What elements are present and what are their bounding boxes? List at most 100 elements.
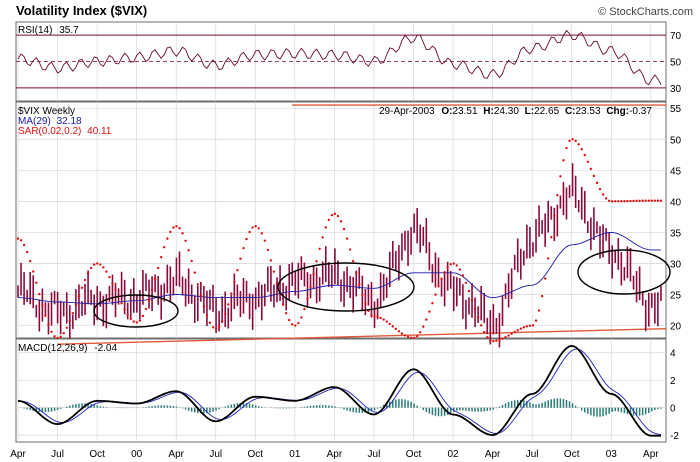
sar-dot [263, 239, 267, 242]
sar-legend-label: SAR(0.02,0.2) [18, 126, 81, 137]
sar-legend: SAR(0.02,0.2) 40.11 [18, 126, 112, 137]
sar-dot [236, 269, 239, 272]
rsi-legend-value: 35.7 [59, 25, 79, 36]
sar-dot [504, 336, 507, 339]
ohlc-low-label: L: [525, 106, 534, 117]
sar-dot [144, 307, 148, 311]
x-tick-label: Apr [168, 449, 184, 460]
sar-dot [589, 167, 593, 171]
sar-legend-value: 40.11 [87, 126, 112, 137]
sar-dot [565, 146, 568, 150]
sar-dot [394, 327, 398, 331]
sar-dot [35, 281, 38, 284]
sar-dot [486, 336, 489, 339]
ohlc-low: 22.65 [534, 106, 559, 117]
sar-dot [348, 248, 352, 251]
sar-dot [406, 335, 410, 339]
sar-dot [86, 272, 90, 275]
sar-dot [419, 331, 422, 334]
ohlc-date: 29-Apr-2003 [379, 106, 435, 117]
x-tick-label: 01 [289, 449, 301, 460]
sar-dot [345, 237, 349, 240]
sar-dot [510, 332, 513, 335]
sar-dot [455, 264, 458, 267]
macd-tick-label: 4 [670, 349, 676, 360]
sar-dot [19, 239, 23, 242]
sar-dot [647, 199, 650, 202]
sar-dot [537, 309, 541, 312]
x-tick-label: Oct [406, 449, 422, 460]
sar-dot [47, 323, 50, 326]
sar-dot [28, 259, 32, 263]
sar-dot [257, 227, 260, 230]
sar-dot [534, 319, 538, 322]
sar-dot [83, 278, 87, 282]
sar-dot [248, 230, 251, 234]
sar-dot [175, 225, 178, 228]
x-tick-label: Apr [10, 449, 26, 460]
sar-dot [160, 256, 163, 259]
sar-dot [147, 298, 151, 302]
ohlc-readout: 29-Apr-2003 O:23.51 H:24.30 L:22.65 C:23… [379, 106, 652, 117]
price-tick-label: 20 [670, 322, 682, 333]
ohlc-high-label: H: [483, 106, 494, 117]
sar-dot [220, 320, 224, 323]
sar-dot [102, 266, 105, 269]
sar-dot [281, 303, 285, 306]
sar-dot [470, 298, 474, 302]
sar-dot [120, 302, 123, 305]
sar-dot [379, 316, 382, 320]
sar-dot [607, 199, 611, 203]
sar-dot [153, 277, 157, 281]
sar-dot [553, 214, 556, 218]
macd-panel [15, 338, 667, 443]
sar-dot [108, 275, 111, 279]
sar-dot [540, 294, 544, 298]
sar-dot [89, 266, 93, 270]
sar-dot [531, 324, 535, 327]
x-tick-label: Jul [51, 449, 64, 460]
sar-dot [59, 335, 62, 338]
sar-dot [205, 314, 209, 317]
ohlc-chg-label: Chg: [606, 106, 629, 117]
sar-dot [178, 227, 181, 230]
sar-dot [559, 175, 562, 178]
sar-dot [583, 153, 586, 157]
sar-dot [242, 246, 245, 250]
sar-dot [126, 313, 129, 316]
sar-dot [324, 226, 327, 229]
price-tick-label: 55 [670, 104, 682, 115]
sar-dot [513, 330, 516, 334]
sar-dot [44, 314, 47, 317]
sar-dot [294, 324, 297, 327]
sar-dot [415, 334, 419, 338]
sar-dot [105, 270, 108, 273]
price-tick-label: 25 [670, 291, 682, 302]
sar-dot [385, 320, 388, 323]
sar-dot [269, 259, 273, 262]
sar-dot [129, 317, 132, 321]
sar-dot [336, 214, 340, 218]
sar-dot [315, 260, 318, 263]
sar-dot [568, 139, 571, 143]
sar-dot [297, 321, 300, 325]
sar-dot [483, 330, 486, 334]
sar-dot [300, 316, 303, 319]
price-tick-label: 30 [670, 259, 682, 270]
x-tick-label: Oct [89, 449, 105, 460]
sar-dot [327, 218, 331, 222]
sar-dot [224, 312, 227, 316]
sar-dot [577, 143, 580, 146]
price-tick-label: 35 [670, 228, 682, 239]
sar-dot [495, 339, 498, 342]
sar-dot [135, 321, 139, 324]
sar-dot [620, 200, 623, 203]
price-tick-label: 50 [670, 135, 682, 146]
sar-dot [562, 159, 565, 162]
sar-dot [476, 316, 480, 319]
sar-dot [306, 297, 309, 300]
sar-dot [516, 329, 519, 332]
sar-dot [507, 334, 510, 337]
sar-dot [339, 220, 343, 223]
sar-dot [440, 277, 443, 280]
